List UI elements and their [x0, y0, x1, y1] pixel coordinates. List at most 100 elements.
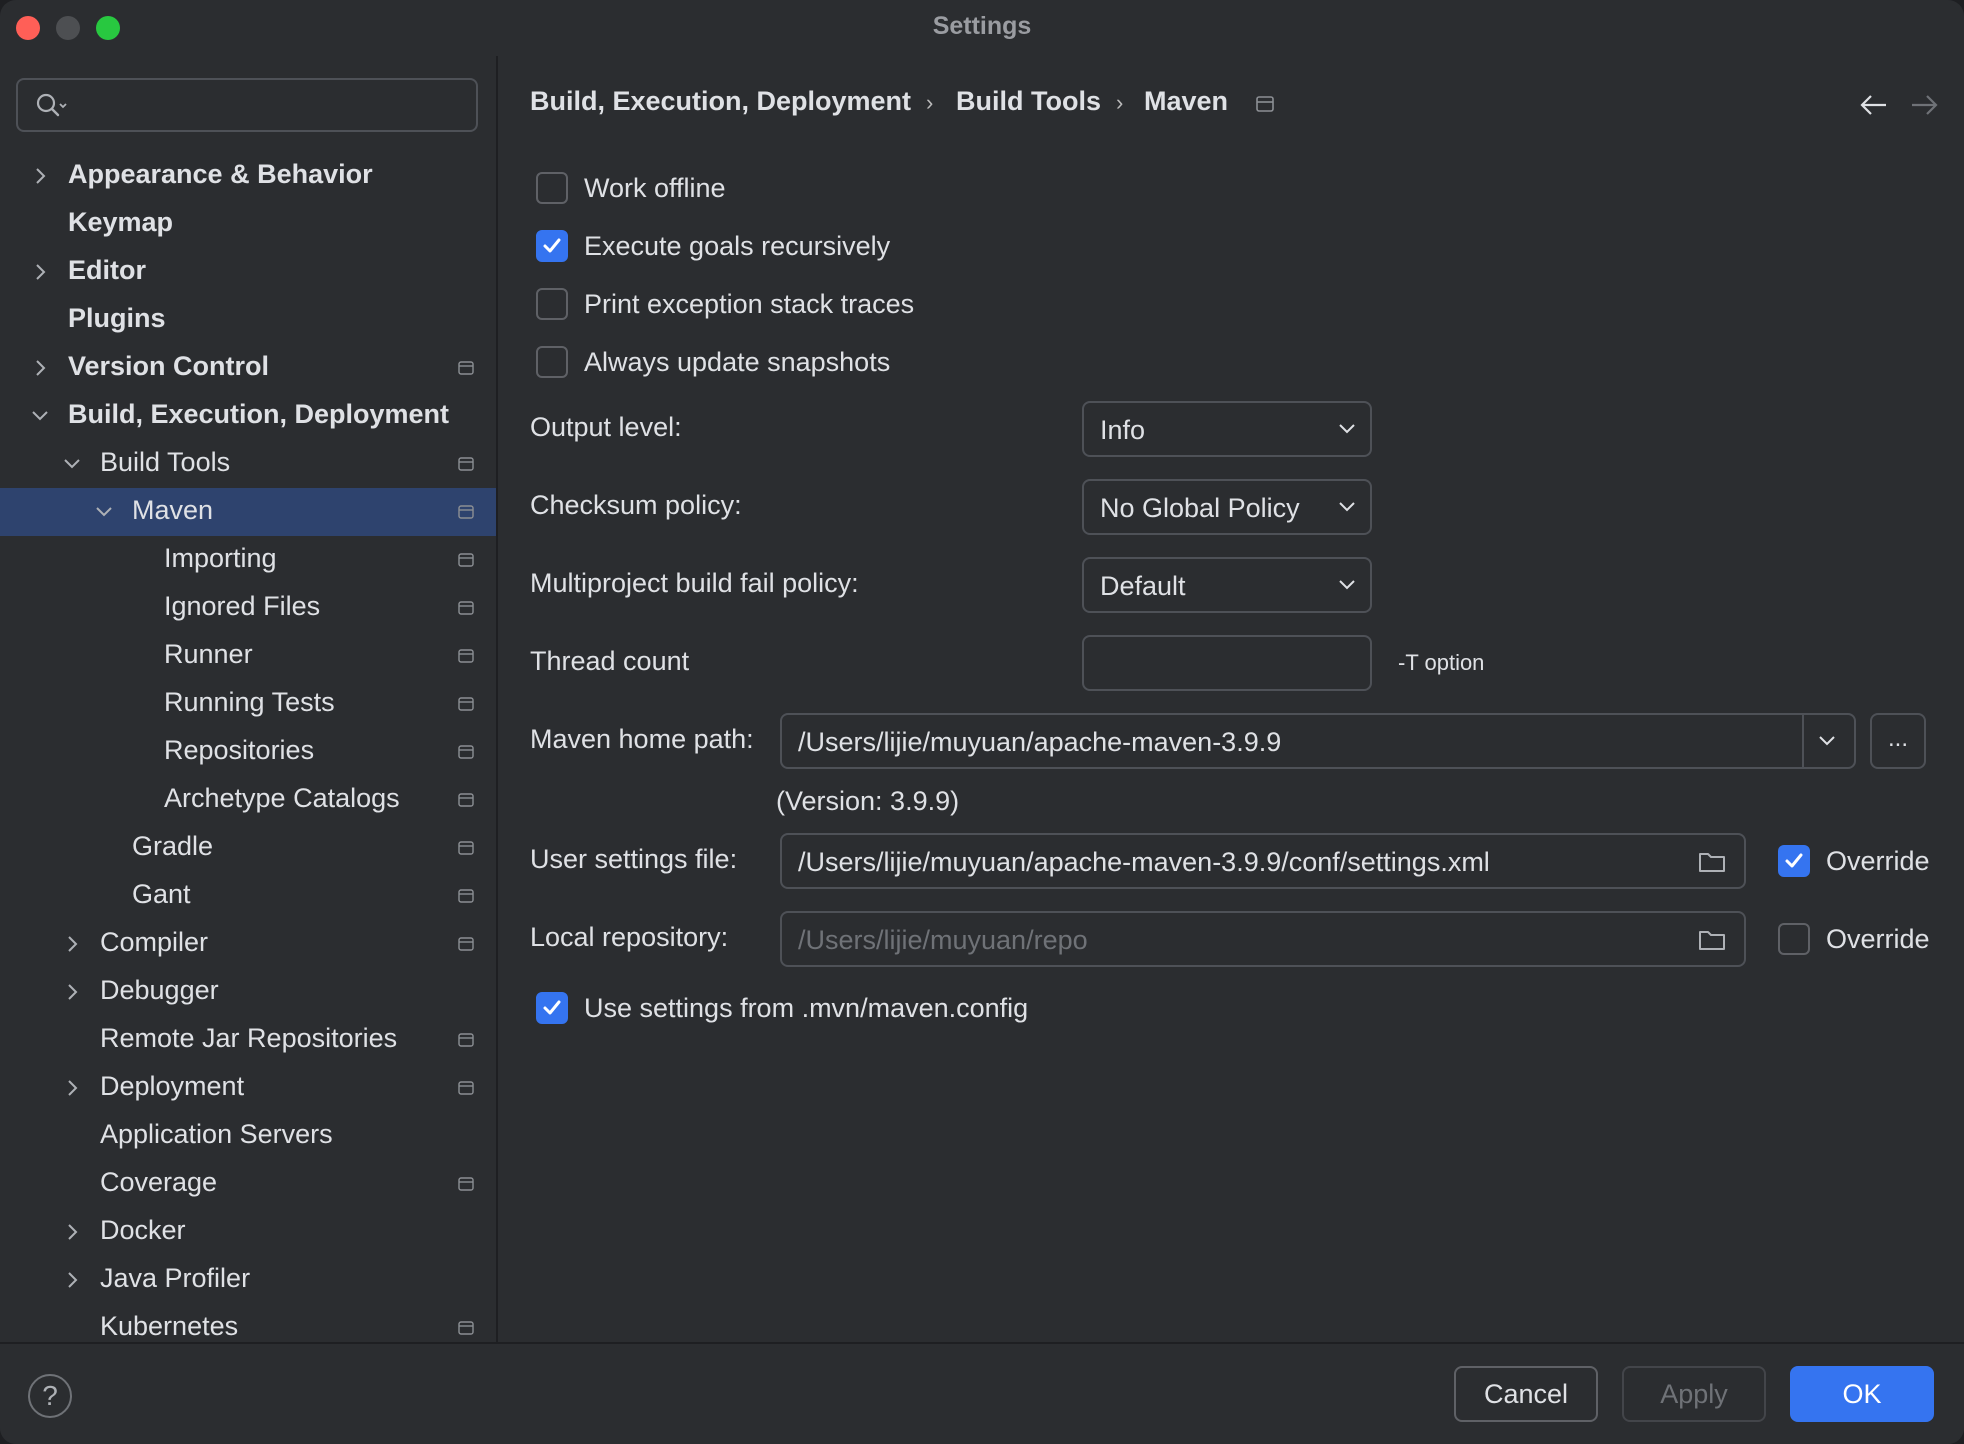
sidebar-item-deployment[interactable]: Deployment — [0, 1064, 496, 1112]
sidebar-item-compiler[interactable]: Compiler — [0, 920, 496, 968]
combobox-divider — [1802, 715, 1804, 767]
print-exception-checkbox[interactable] — [536, 288, 568, 320]
sidebar-item-build-execution-deployment[interactable]: Build, Execution, Deployment — [0, 392, 496, 440]
apply-button[interactable]: Apply — [1622, 1366, 1766, 1422]
sidebar-item-label: Running Tests — [164, 687, 335, 717]
sidebar-item-label: Ignored Files — [164, 591, 321, 621]
sidebar-item-label: Deployment — [100, 1071, 245, 1101]
sidebar-item-label: Plugins — [68, 303, 166, 333]
sidebar-item-label: Importing — [164, 543, 277, 573]
use-mvn-config-label: Use settings from .mvn/maven.config — [584, 993, 1029, 1023]
breadcrumb-build-tools[interactable]: Build Tools — [956, 86, 1101, 117]
sidebar-item-running-tests[interactable]: Running Tests — [0, 680, 496, 728]
user-settings-label: User settings file: — [530, 844, 738, 874]
chevron-right-icon[interactable] — [30, 260, 50, 284]
chevron-right-icon[interactable] — [62, 1268, 82, 1292]
sidebar-item-application-servers[interactable]: Application Servers — [0, 1112, 496, 1160]
local-repository-override-checkbox[interactable] — [1778, 923, 1810, 955]
sidebar-item-editor[interactable]: Editor — [0, 248, 496, 296]
project-level-icon — [458, 937, 474, 951]
work-offline-checkbox[interactable] — [536, 172, 568, 204]
sidebar-item-plugins[interactable]: Plugins — [0, 296, 496, 344]
sidebar-item-runner[interactable]: Runner — [0, 632, 496, 680]
project-level-icon — [458, 505, 474, 519]
chevron-right-icon[interactable] — [62, 980, 82, 1004]
chevron-right-icon[interactable] — [30, 356, 50, 380]
thread-count-input[interactable] — [1082, 635, 1372, 691]
sidebar-item-label: Gant — [132, 879, 191, 909]
chevron-down-icon[interactable] — [94, 500, 114, 524]
back-arrow-icon[interactable] — [1860, 94, 1888, 116]
sidebar-item-version-control[interactable]: Version Control — [0, 344, 496, 392]
sidebar-item-maven[interactable]: Maven — [0, 488, 496, 536]
forward-arrow-icon[interactable] — [1910, 94, 1938, 116]
project-level-icon — [458, 841, 474, 855]
project-level-icon — [458, 361, 474, 375]
sidebar-item-label: Compiler — [100, 927, 209, 957]
folder-icon[interactable] — [1698, 928, 1726, 952]
sidebar-item-label: Editor — [68, 255, 146, 285]
sidebar-item-gant[interactable]: Gant — [0, 872, 496, 920]
user-settings-value: /Users/lijie/muyuan/apache-maven-3.9.9/c… — [798, 847, 1490, 877]
checksum-policy-dropdown[interactable]: No Global Policy — [1082, 479, 1372, 535]
sidebar-item-label: Application Servers — [100, 1119, 333, 1149]
sidebar-item-coverage[interactable]: Coverage — [0, 1160, 496, 1208]
sidebar-item-gradle[interactable]: Gradle — [0, 824, 496, 872]
project-level-icon — [458, 1177, 474, 1191]
sidebar-item-java-profiler[interactable]: Java Profiler — [0, 1256, 496, 1304]
sidebar-item-ignored-files[interactable]: Ignored Files — [0, 584, 496, 632]
always-update-snapshots-label: Always update snapshots — [584, 347, 891, 377]
sidebar-item-label: Build, Execution, Deployment — [68, 399, 450, 429]
cancel-button[interactable]: Cancel — [1454, 1366, 1598, 1422]
sidebar-item-keymap[interactable]: Keymap — [0, 200, 496, 248]
chevron-right-icon[interactable] — [30, 164, 50, 188]
user-settings-input[interactable]: /Users/lijie/muyuan/apache-maven-3.9.9/c… — [780, 833, 1746, 889]
help-button[interactable]: ? — [28, 1374, 72, 1418]
work-offline-label: Work offline — [584, 173, 726, 203]
sidebar-item-label: Repositories — [164, 735, 315, 765]
output-level-dropdown[interactable]: Info — [1082, 401, 1372, 457]
sidebar-item-remote-jar-repositories[interactable]: Remote Jar Repositories — [0, 1016, 496, 1064]
use-mvn-config-checkbox[interactable] — [536, 992, 568, 1024]
chevron-down-icon[interactable] — [1818, 735, 1836, 747]
ok-button[interactable]: OK — [1790, 1366, 1934, 1422]
sidebar-item-build-tools[interactable]: Build Tools — [0, 440, 496, 488]
sidebar-item-label: Appearance & Behavior — [68, 159, 373, 189]
sidebar-item-label: Docker — [100, 1215, 186, 1245]
maven-home-value: /Users/lijie/muyuan/apache-maven-3.9.9 — [798, 727, 1282, 757]
sidebar-item-importing[interactable]: Importing — [0, 536, 496, 584]
fail-policy-dropdown[interactable]: Default — [1082, 557, 1372, 613]
project-level-icon — [458, 889, 474, 903]
sidebar-item-docker[interactable]: Docker — [0, 1208, 496, 1256]
search-input[interactable] — [16, 78, 478, 132]
breadcrumb-build-execution-deployment[interactable]: Build, Execution, Deployment — [530, 86, 911, 117]
execute-goals-recursively-checkbox[interactable] — [536, 230, 568, 262]
sidebar-item-label: Keymap — [68, 207, 174, 237]
chevron-down-icon[interactable] — [30, 404, 50, 428]
local-repository-input[interactable]: /Users/lijie/muyuan/repo — [780, 911, 1746, 967]
search-icon — [36, 93, 67, 117]
sidebar-item-debugger[interactable]: Debugger — [0, 968, 496, 1016]
checksum-policy-value: No Global Policy — [1100, 493, 1300, 523]
sidebar-item-label: Runner — [164, 639, 253, 669]
sidebar-item-archetype-catalogs[interactable]: Archetype Catalogs — [0, 776, 496, 824]
project-level-icon — [458, 649, 474, 663]
print-exception-label: Print exception stack traces — [584, 289, 915, 319]
chevron-right-icon[interactable] — [62, 1076, 82, 1100]
always-update-snapshots-checkbox[interactable] — [536, 346, 568, 378]
chevron-down-icon[interactable] — [62, 452, 82, 476]
breadcrumb-separator: › — [1116, 90, 1124, 115]
user-settings-override-checkbox[interactable] — [1778, 845, 1810, 877]
sidebar-item-appearance-behavior[interactable]: Appearance & Behavior — [0, 152, 496, 200]
user-settings-override-label: Override — [1826, 846, 1930, 876]
chevron-right-icon[interactable] — [62, 1220, 82, 1244]
project-level-icon — [1256, 96, 1274, 112]
project-level-icon — [458, 601, 474, 615]
browse-maven-home-button[interactable]: ... — [1870, 713, 1926, 769]
maven-home-combobox[interactable]: /Users/lijie/muyuan/apache-maven-3.9.9 — [780, 713, 1856, 769]
sidebar-item-repositories[interactable]: Repositories — [0, 728, 496, 776]
folder-icon[interactable] — [1698, 850, 1726, 874]
checkmark-icon — [543, 1000, 561, 1015]
thread-count-hint: -T option — [1398, 650, 1485, 675]
chevron-right-icon[interactable] — [62, 932, 82, 956]
